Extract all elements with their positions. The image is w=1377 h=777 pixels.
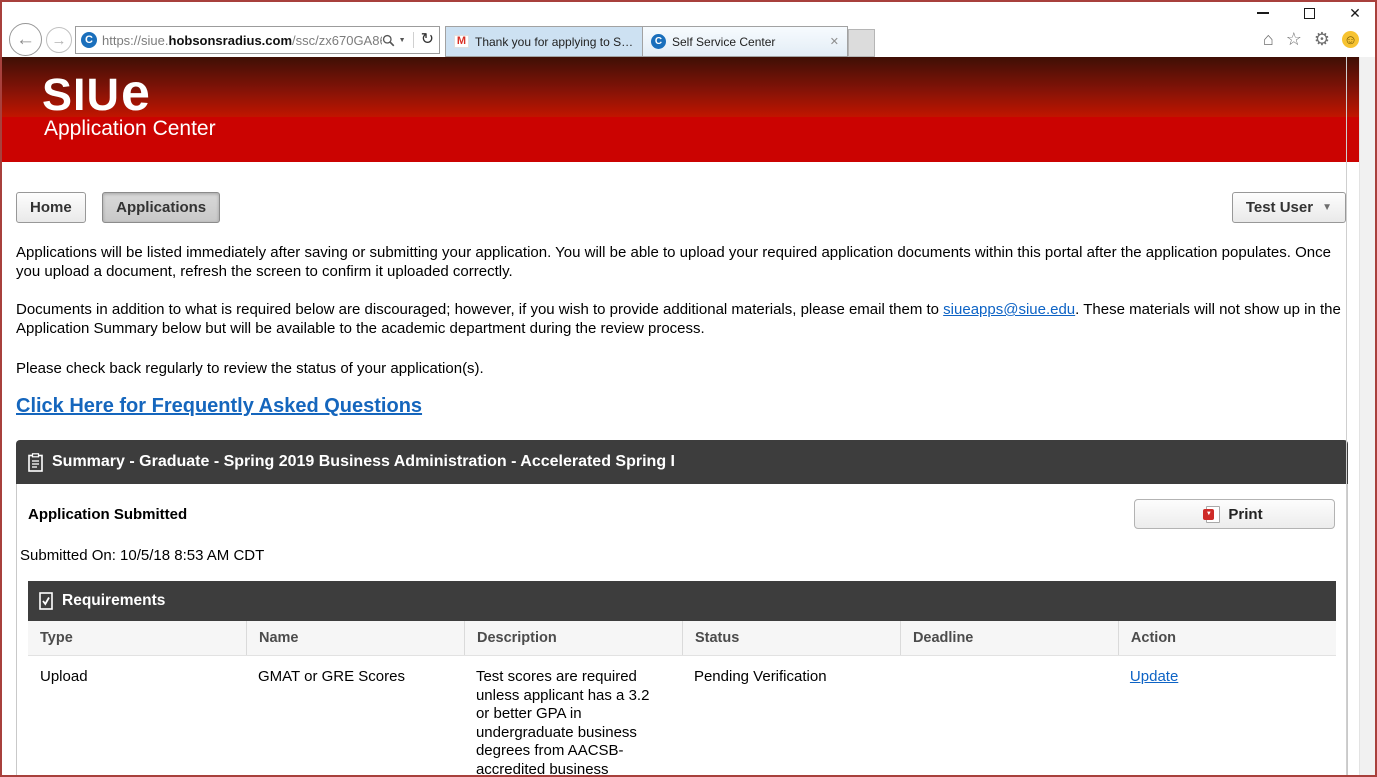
summary-panel: Summary - Graduate - Spring 2019 Busines… (16, 440, 1348, 777)
banner-subtitle: Application Center (44, 117, 216, 141)
chevron-down-icon: ▼ (1322, 202, 1332, 213)
tab-label: Thank you for applying to SIUE... (475, 35, 634, 49)
intro-paragraph-1: Applications will be listed immediately … (16, 243, 1348, 281)
minimize-button[interactable] (1255, 5, 1271, 21)
cell-type: Upload (28, 656, 246, 777)
banner-gradient (2, 57, 1375, 117)
favorites-star-icon[interactable]: ☆ (1286, 30, 1302, 48)
email-link[interactable]: siueapps@siue.edu (943, 301, 1075, 318)
tab-label: Self Service Center (672, 35, 824, 49)
address-dropdown-icon[interactable]: ▼ (399, 37, 406, 44)
page-content: Home Applications Test User ▼ Application… (2, 192, 1375, 777)
refresh-icon[interactable]: ↻ (421, 32, 434, 48)
tab-self-service-center[interactable]: C Self Service Center ✕ (642, 26, 848, 57)
browser-chrome: ✕ ← → C https://siue.hobsonsradius.com/s… (2, 2, 1375, 57)
pdf-icon: ▼ (1206, 506, 1220, 523)
summary-title: Summary - Graduate - Spring 2019 Busines… (52, 453, 675, 471)
faq-link[interactable]: Click Here for Frequently Asked Question… (16, 395, 422, 418)
paragraph-text: Documents in addition to what is require… (16, 301, 943, 318)
browser-window: ✕ ← → C https://siue.hobsonsradius.com/s… (0, 0, 1377, 777)
cell-name: GMAT or GRE Scores (246, 656, 464, 777)
url-path: /ssc/zx670GA867020x6 (292, 33, 382, 48)
site-banner: SIUe Application Center (2, 57, 1375, 162)
maximize-button[interactable] (1301, 5, 1317, 21)
home-icon[interactable]: ⌂ (1263, 30, 1274, 48)
update-link[interactable]: Update (1130, 668, 1178, 685)
window-controls: ✕ (1255, 5, 1363, 21)
gmail-icon: M (454, 35, 469, 48)
summary-header: Summary - Graduate - Spring 2019 Busines… (16, 440, 1348, 484)
user-menu-button[interactable]: Test User ▼ (1232, 192, 1346, 223)
tab-bar: M Thank you for applying to SIUE... C Se… (445, 26, 875, 57)
cell-description: Test scores are required unless applican… (464, 656, 682, 777)
forward-button[interactable]: → (46, 27, 72, 53)
summary-body: Application Submitted ▼ Print Submitted … (16, 484, 1348, 777)
column-header-name: Name (246, 621, 464, 655)
search-icon[interactable] (382, 34, 395, 47)
column-header-status: Status (682, 621, 900, 655)
divider (413, 32, 414, 48)
pdf-badge-icon: ▼ (1203, 509, 1214, 520)
site-favicon-icon: C (81, 32, 97, 48)
cell-status: Pending Verification (682, 656, 900, 777)
feedback-smiley-icon[interactable]: ☺ (1342, 31, 1359, 48)
close-button[interactable]: ✕ (1347, 5, 1363, 21)
status-row: Application Submitted ▼ Print (17, 484, 1347, 529)
content-right-divider (1346, 57, 1347, 775)
intro-paragraph-3: Please check back regularly to review th… (16, 359, 1348, 378)
url-domain: hobsonsradius.com (169, 33, 293, 48)
print-button[interactable]: ▼ Print (1134, 499, 1335, 529)
requirements-title: Requirements (62, 592, 165, 610)
column-header-type: Type (28, 621, 246, 655)
column-header-description: Description (464, 621, 682, 655)
clipboard-icon (28, 453, 43, 472)
table-header-row: Type Name Description Status Deadline Ac… (28, 621, 1336, 656)
intro-paragraph-2: Documents in addition to what is require… (16, 300, 1348, 338)
maximize-icon (1304, 8, 1315, 19)
requirements-header: Requirements (28, 581, 1336, 621)
requirements-table: Type Name Description Status Deadline Ac… (28, 621, 1336, 777)
application-status: Application Submitted (28, 506, 187, 523)
cell-deadline (900, 656, 1118, 777)
gear-icon[interactable]: ⚙ (1314, 30, 1330, 48)
nav-row: Home Applications Test User ▼ (16, 192, 1375, 224)
print-label: Print (1228, 506, 1262, 523)
new-tab-button[interactable] (848, 29, 875, 57)
logo-siu-text: SIU (42, 69, 120, 120)
url-prefix: https:// (102, 33, 141, 48)
home-button[interactable]: Home (16, 192, 86, 223)
tab-gmail[interactable]: M Thank you for applying to SIUE... (445, 26, 642, 57)
submitted-on-text: Submitted On: 10/5/18 8:53 AM CDT (17, 547, 1347, 564)
url-subdomain: siue. (141, 33, 168, 48)
table-row: Upload GMAT or GRE Scores Test scores ar… (28, 656, 1336, 777)
column-header-deadline: Deadline (900, 621, 1118, 655)
siue-logo: SIUe (42, 67, 150, 119)
radius-icon: C (651, 34, 666, 49)
url-text: https://siue.hobsonsradius.com/ssc/zx670… (102, 33, 382, 48)
applications-button[interactable]: Applications (102, 192, 220, 223)
tab-close-icon[interactable]: ✕ (830, 35, 839, 48)
user-menu-label: Test User (1246, 199, 1313, 216)
document-check-icon (39, 592, 53, 610)
minimize-icon (1257, 12, 1269, 14)
browser-toolbar-icons: ⌂ ☆ ⚙ ☺ (1263, 30, 1359, 48)
column-header-action: Action (1118, 621, 1336, 655)
address-bar[interactable]: C https://siue.hobsonsradius.com/ssc/zx6… (75, 26, 440, 54)
back-button[interactable]: ← (9, 23, 42, 56)
logo-e-text: e (121, 64, 150, 122)
vertical-scrollbar[interactable] (1359, 57, 1375, 775)
